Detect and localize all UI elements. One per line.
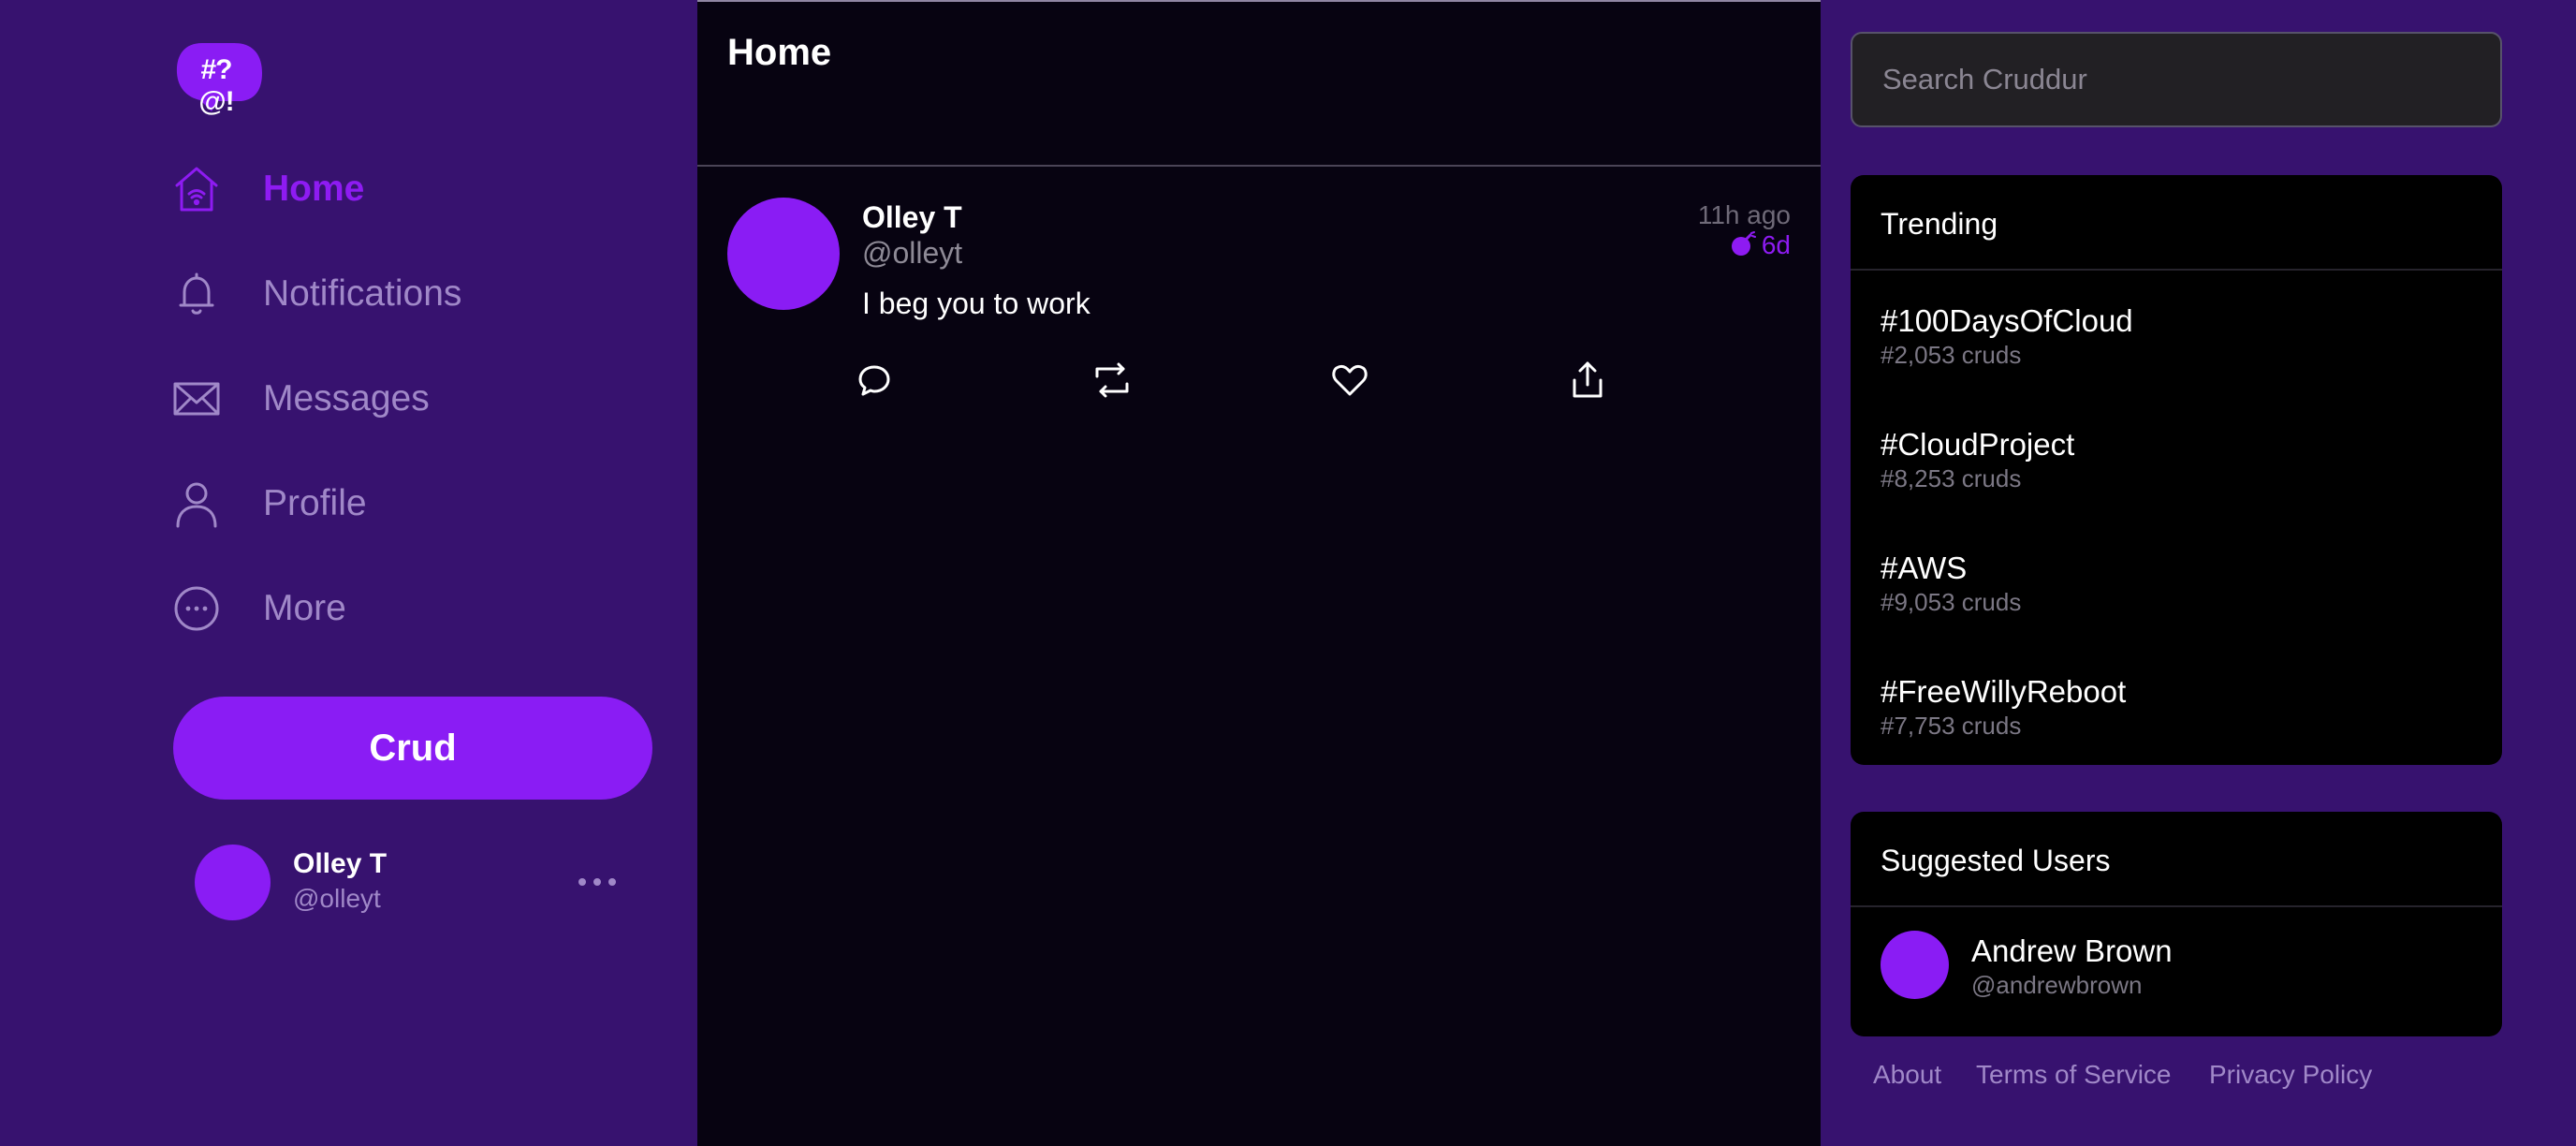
home-icon — [172, 165, 221, 213]
right-column: Trending #100DaysOfCloud #2,053 cruds #C… — [1821, 0, 2576, 1146]
suggested-user-handle: @andrewbrown — [1971, 971, 2143, 999]
post-expiry: 6d — [1730, 230, 1791, 260]
panel-divider — [1851, 269, 2502, 271]
trending-title: Trending — [1881, 207, 1998, 241]
post-author-handle[interactable]: @olleyt — [862, 236, 962, 271]
footer-link-privacy[interactable]: Privacy Policy — [2209, 1060, 2372, 1090]
avatar[interactable] — [727, 198, 840, 310]
trending-panel: Trending #100DaysOfCloud #2,053 cruds #C… — [1851, 175, 2502, 765]
sidebar-item-label: More — [263, 588, 346, 628]
trend-count: #7,753 cruds — [1881, 712, 2022, 740]
avatar — [195, 845, 271, 920]
activity-item[interactable]: Olley T @olleyt 11h ago 6d I beg you to … — [697, 169, 1821, 421]
main-feed: Home Olley T @olleyt 11h ago 6d I beg yo… — [697, 2, 1821, 1146]
footer-link-about[interactable]: About — [1873, 1060, 1941, 1090]
current-user-handle: @olleyt — [293, 884, 381, 913]
trend-count: #9,053 cruds — [1881, 588, 2022, 616]
post-message: I beg you to work — [862, 286, 1090, 320]
sidebar-item-label: Home — [263, 169, 365, 209]
trend-tag: #100DaysOfCloud — [1881, 303, 2133, 338]
bell-icon — [172, 270, 221, 318]
crud-button[interactable]: Crud — [173, 697, 652, 800]
current-user-name: Olley T — [293, 848, 388, 879]
suggested-users-title: Suggested Users — [1881, 844, 2111, 877]
sidebar-item-home[interactable]: Home — [172, 157, 640, 223]
sidebar-item-label: Messages — [263, 378, 430, 419]
bomb-icon — [1730, 231, 1756, 257]
sidebar-item-label: Profile — [263, 483, 367, 523]
more-circle-icon — [172, 584, 221, 633]
sidebar-item-messages[interactable]: Messages — [172, 367, 640, 433]
like-icon[interactable] — [1329, 360, 1370, 401]
header-divider — [697, 165, 1821, 167]
current-user-card[interactable]: Olley T @olleyt — [195, 843, 625, 921]
footer-link-terms[interactable]: Terms of Service — [1976, 1060, 2172, 1090]
cruddur-logo[interactable]: #?@! — [174, 39, 264, 117]
trending-item[interactable]: #CloudProject #8,253 cruds — [1851, 427, 2502, 539]
trending-item[interactable]: #FreeWillyReboot #7,753 cruds — [1851, 674, 2502, 765]
user-icon — [172, 479, 221, 528]
ellipsis-icon[interactable] — [577, 863, 618, 901]
reply-icon[interactable] — [854, 360, 895, 401]
sidebar-item-profile[interactable]: Profile — [172, 472, 640, 537]
logo-text: #?@! — [198, 54, 234, 117]
suggested-users-panel: Suggested Users Andrew Brown @andrewbrow… — [1851, 812, 2502, 1036]
sidebar-item-notifications[interactable]: Notifications — [172, 262, 640, 328]
panel-divider — [1851, 905, 2502, 907]
trend-count: #2,053 cruds — [1881, 341, 2022, 369]
repost-icon[interactable] — [1091, 360, 1133, 401]
share-icon[interactable] — [1567, 360, 1608, 401]
trend-count: #8,253 cruds — [1881, 464, 2022, 492]
trend-tag: #AWS — [1881, 551, 1968, 585]
trending-item[interactable]: #100DaysOfCloud #2,053 cruds — [1851, 303, 2502, 416]
page-title: Home — [727, 32, 832, 73]
sidebar: #?@! Home Notifications Messages Profile… — [0, 0, 697, 1146]
sidebar-item-label: Notifications — [263, 273, 462, 314]
post-expiry-text: 6d — [1761, 230, 1791, 259]
envelope-icon — [172, 375, 221, 423]
suggested-user-name: Andrew Brown — [1971, 933, 2173, 968]
trending-item[interactable]: #AWS #9,053 cruds — [1851, 551, 2502, 663]
search-input[interactable] — [1851, 32, 2502, 127]
avatar — [1881, 931, 1949, 999]
post-author-name[interactable]: Olley T — [862, 200, 962, 235]
trend-tag: #CloudProject — [1881, 427, 2075, 462]
post-timestamp: 11h ago — [1697, 200, 1791, 229]
suggested-user[interactable]: Andrew Brown @andrewbrown — [1851, 930, 2502, 1014]
trend-tag: #FreeWillyReboot — [1881, 674, 2127, 709]
sidebar-item-more[interactable]: More — [172, 577, 640, 642]
